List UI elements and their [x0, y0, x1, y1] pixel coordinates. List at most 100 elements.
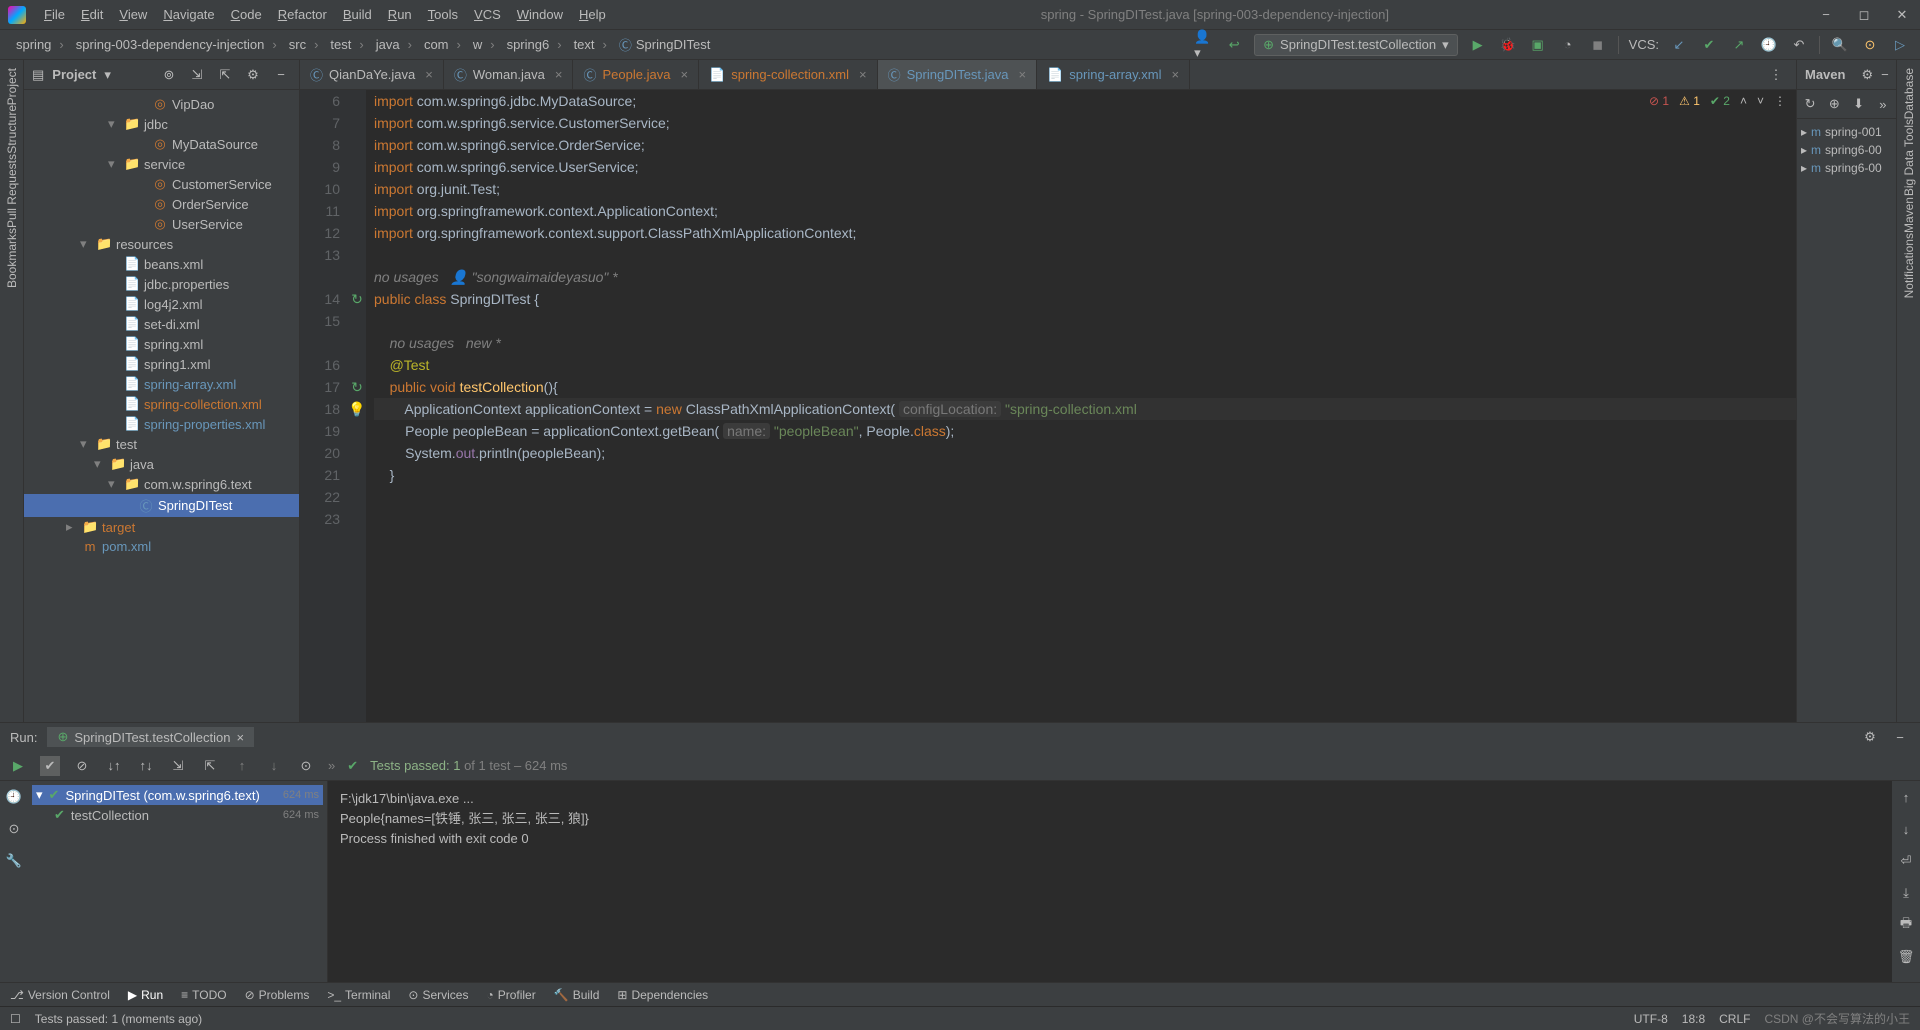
minimize-icon[interactable]: − — [1816, 5, 1836, 25]
breadcrumb[interactable]: w — [467, 37, 501, 52]
editor-tab[interactable]: ⒸPeople.java× — [573, 60, 699, 89]
bottom-tool-build[interactable]: 🔨Build — [554, 988, 600, 1002]
tree-item[interactable]: mpom.xml — [24, 537, 299, 556]
history-icon[interactable]: 🕘 — [4, 787, 24, 807]
wrench-icon[interactable]: 🔧 — [4, 851, 24, 871]
pin-icon[interactable]: ⊙ — [4, 819, 24, 839]
bottom-tool-dependencies[interactable]: ⊞Dependencies — [617, 988, 708, 1002]
ide-settings-icon[interactable]: ⊙ — [1860, 35, 1880, 55]
rerun-icon[interactable]: ▶ — [8, 756, 28, 776]
gear-icon[interactable]: ⚙ — [243, 65, 263, 85]
bottom-tool-todo[interactable]: ≡TODO — [181, 988, 226, 1002]
status-separator[interactable]: CRLF — [1719, 1012, 1750, 1026]
editor-tab[interactable]: ⒸQianDaYe.java× — [300, 60, 444, 89]
maven-module[interactable]: ▸mspring-001 — [1801, 123, 1892, 141]
console-output[interactable]: F:\jdk17\bin\java.exe ...People{names=[铁… — [328, 781, 1892, 982]
close-tab-icon[interactable]: × — [1172, 67, 1180, 82]
tree-item[interactable]: 📄log4j2.xml — [24, 294, 299, 314]
maven-module[interactable]: ▸mspring6-00 — [1801, 141, 1892, 159]
sort-icon[interactable]: ↓↑ — [104, 756, 124, 776]
down-arrow-icon[interactable]: ˅ — [1757, 94, 1764, 108]
next-icon[interactable]: ↓ — [264, 756, 284, 776]
menu-refactor[interactable]: Refactor — [270, 7, 335, 22]
breadcrumb[interactable]: java — [370, 37, 418, 52]
breadcrumb[interactable]: com — [418, 37, 467, 52]
vcs-push-icon[interactable]: ↗ — [1729, 35, 1749, 55]
maven-module[interactable]: ▸mspring6-00 — [1801, 159, 1892, 177]
tree-item[interactable]: 📄jdbc.properties — [24, 274, 299, 294]
menu-code[interactable]: Code — [223, 7, 270, 22]
more-tabs-icon[interactable]: ⋮ — [1766, 65, 1786, 85]
bottom-tool-terminal[interactable]: >_Terminal — [327, 988, 390, 1002]
down-icon[interactable]: ↓ — [1896, 819, 1916, 839]
tree-item[interactable]: ▾📁com.w.spring6.text — [24, 474, 299, 494]
tree-item[interactable]: ◎OrderService — [24, 194, 299, 214]
tree-item[interactable]: ◎VipDao — [24, 94, 299, 114]
warning-indicator[interactable]: ⚠ 1 — [1679, 94, 1700, 108]
menu-navigate[interactable]: Navigate — [155, 7, 222, 22]
run-configuration-selector[interactable]: ⊕ SpringDITest.testCollection ▾ — [1254, 34, 1458, 56]
breadcrumb[interactable]: src — [283, 37, 325, 52]
tree-item[interactable]: ▾📁service — [24, 154, 299, 174]
bottom-tool-version-control[interactable]: ⎇Version Control — [10, 988, 110, 1002]
close-tab-icon[interactable]: × — [236, 730, 244, 745]
sort2-icon[interactable]: ↑↓ — [136, 756, 156, 776]
menu-vcs[interactable]: VCS — [466, 7, 509, 22]
expand-all-icon[interactable]: ⇲ — [168, 756, 188, 776]
tree-item[interactable]: ◎MyDataSource — [24, 134, 299, 154]
wrap-icon[interactable]: ⏎ — [1896, 851, 1916, 871]
scroll-icon[interactable]: ⤓ — [1896, 883, 1916, 903]
gear-icon[interactable]: ⚙ — [1861, 65, 1873, 85]
tree-item[interactable]: 📄set-di.xml — [24, 314, 299, 334]
error-indicator[interactable]: ⊘ 1 — [1649, 94, 1669, 108]
more-icon[interactable]: » — [1874, 94, 1892, 114]
show-ignored-icon[interactable]: ⊘ — [72, 756, 92, 776]
coverage-icon[interactable]: ▣ — [1528, 35, 1548, 55]
tree-item[interactable]: ⒸSpringDITest — [24, 494, 299, 517]
back-arrow-icon[interactable]: ↩ — [1224, 35, 1244, 55]
tool-tab-structure[interactable]: Structure — [5, 105, 19, 154]
test-item[interactable]: ▾✔SpringDITest (com.w.spring6.text)624 m… — [32, 785, 323, 805]
ok-indicator[interactable]: ✔ 2 — [1710, 94, 1730, 108]
tree-item[interactable]: 📄spring-array.xml — [24, 374, 299, 394]
profile-icon[interactable]: ◔ — [1558, 35, 1578, 55]
menu-run[interactable]: Run — [380, 7, 420, 22]
breadcrumb[interactable]: text — [568, 37, 613, 52]
run-tab[interactable]: ⊕ SpringDITest.testCollection × — [47, 727, 254, 747]
tree-item[interactable]: 📄beans.xml — [24, 254, 299, 274]
tree-item[interactable]: ▾📁java — [24, 454, 299, 474]
run-icon[interactable]: ▶ — [1468, 35, 1488, 55]
editor-tab[interactable]: 📄spring-array.xml× — [1037, 60, 1190, 89]
tool-tab-notifications[interactable]: Notifications — [1902, 233, 1916, 298]
reload-icon[interactable]: ↻ — [1801, 94, 1819, 114]
tool-tab-database[interactable]: Database — [1902, 68, 1916, 119]
tree-item[interactable]: 📄spring1.xml — [24, 354, 299, 374]
up-arrow-icon[interactable]: ˄ — [1740, 94, 1747, 108]
hide-icon[interactable]: − — [1881, 65, 1889, 85]
bottom-tool-services[interactable]: ⊙Services — [408, 988, 468, 1002]
vcs-commit-icon[interactable]: ✔ — [1699, 35, 1719, 55]
editor-content[interactable]: ⊘ 1 ⚠ 1 ✔ 2 ˄ ˅ ⋮ import com.w.spring6.j… — [366, 90, 1796, 722]
menu-file[interactable]: File — [36, 7, 73, 22]
gear-icon[interactable]: ⚙ — [1860, 727, 1880, 747]
close-tab-icon[interactable]: × — [859, 67, 867, 82]
breadcrumb[interactable]: spring-003-dependency-injection — [70, 37, 283, 52]
tree-item[interactable]: ◎UserService — [24, 214, 299, 234]
search-icon[interactable]: 🔍 — [1830, 35, 1850, 55]
tool-tab-maven[interactable]: Maven — [1902, 197, 1916, 233]
editor-tab[interactable]: ⒸWoman.java× — [444, 60, 574, 89]
stop-icon[interactable]: ◼ — [1588, 35, 1608, 55]
close-icon[interactable]: ✕ — [1892, 5, 1912, 25]
print-icon[interactable]: 🖶 — [1896, 915, 1916, 935]
menu-view[interactable]: View — [111, 7, 155, 22]
vcs-history-icon[interactable]: 🕘 — [1759, 35, 1779, 55]
close-tab-icon[interactable]: × — [1019, 67, 1027, 82]
tool-tab-big-data-tools[interactable]: Big Data Tools — [1902, 119, 1916, 196]
tree-item[interactable]: ▾📁test — [24, 434, 299, 454]
tree-item[interactable]: ▾📁resources — [24, 234, 299, 254]
clear-icon[interactable]: 🗑 — [1896, 947, 1916, 967]
collapse-all-icon[interactable]: ⇱ — [200, 756, 220, 776]
tree-item[interactable]: 📄spring.xml — [24, 334, 299, 354]
editor-tab[interactable]: 📄spring-collection.xml× — [699, 60, 878, 89]
tool-tab-bookmarks[interactable]: Bookmarks — [5, 228, 19, 288]
